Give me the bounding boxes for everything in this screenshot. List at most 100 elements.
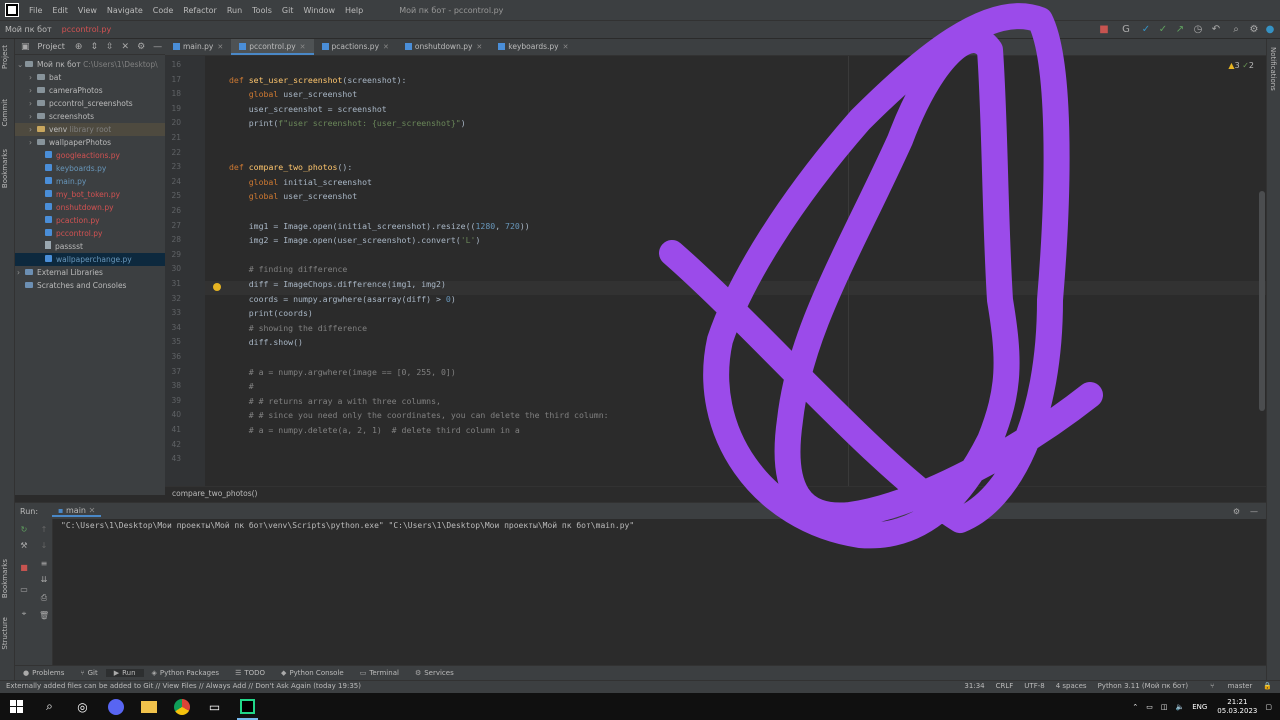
close-icon[interactable]: ✕ <box>217 43 223 51</box>
gear-icon[interactable]: ⚙ <box>1233 507 1240 516</box>
tree-root[interactable]: ⌄ Мой пк бот C:\Users\1\Desktop\ <box>15 58 165 71</box>
windows-start-icon[interactable] <box>0 693 33 720</box>
tree-item-scratches[interactable]: Scratches and Consoles <box>15 279 165 292</box>
collapse-all-icon[interactable]: ⇳ <box>106 42 114 52</box>
scroll-to-end-icon[interactable]: ⇊ <box>39 575 49 585</box>
menu-window[interactable]: Window <box>298 6 340 15</box>
jetbrains-icon[interactable]: ● <box>1264 24 1276 36</box>
clock[interactable]: 21:21 05.03.2023 <box>1217 698 1257 716</box>
tree-item-passsst[interactable]: passsst <box>15 240 165 253</box>
tool-tab-git[interactable]: ⑂ Git <box>72 669 105 677</box>
tree-item-keyboards[interactable]: keyboards.py <box>15 162 165 175</box>
nav-crumb-file[interactable]: pccontrol.py <box>57 25 117 34</box>
code-editor[interactable]: 16 17 18 19 20 21 22 23 24 25 26 27 28 29 30 31 32 33 34 35… <box>165 56 1266 486</box>
soft-wrap-icon[interactable]: ≡ <box>39 559 49 569</box>
laptop-app-icon[interactable]: ▭ <box>198 693 231 720</box>
locate-icon[interactable]: ⊕ <box>75 42 83 52</box>
file-explorer-icon[interactable] <box>132 693 165 720</box>
tool-tab-problems[interactable]: ● Problems <box>15 669 72 677</box>
search-icon[interactable]: ⌕ <box>1230 24 1242 36</box>
menu-run[interactable]: Run <box>222 6 247 15</box>
menu-view[interactable]: View <box>73 6 102 15</box>
notification-icon[interactable]: ▢ <box>1265 703 1272 711</box>
menu-tools[interactable]: Tools <box>247 6 277 15</box>
menu-help[interactable]: Help <box>340 6 368 15</box>
discord-icon[interactable] <box>99 693 132 720</box>
notifications-tool-tab[interactable]: Notifications <box>1269 47 1277 91</box>
pycharm-taskbar-icon[interactable] <box>231 693 264 720</box>
menu-git[interactable]: Git <box>277 6 299 15</box>
rollback-icon[interactable]: ↶ <box>1210 24 1222 36</box>
hide-panel-icon[interactable]: — <box>153 42 162 52</box>
stop-icon[interactable]: ■ <box>1098 24 1110 36</box>
git-push-icon[interactable]: ↗ <box>1174 24 1186 36</box>
menu-edit[interactable]: Edit <box>47 6 73 15</box>
nav-crumb-project[interactable]: Мой пк бот <box>0 25 57 34</box>
project-tool-tab[interactable]: Project <box>1 45 9 69</box>
down-icon[interactable]: ↓ <box>39 541 49 551</box>
tree-item-my-bot-token[interactable]: my_bot_token.py <box>15 188 165 201</box>
status-line-separator[interactable]: CRLF <box>996 682 1014 690</box>
status-indent[interactable]: 4 spaces <box>1056 682 1087 690</box>
tool-tab-run[interactable]: ▶ Run <box>105 669 144 677</box>
tree-item-onshutdown[interactable]: onshutdown.py <box>15 201 165 214</box>
bookmarks-tool-tab[interactable]: Bookmarks <box>1 559 9 598</box>
close-icon[interactable]: ✕ <box>476 43 482 51</box>
tree-item-pccontrol-screenshots[interactable]: › pccontrol_screenshots <box>15 97 165 110</box>
git-commit-icon[interactable]: ✓ <box>1157 24 1169 36</box>
tool-tab-todo[interactable]: ☰ TODO <box>227 669 273 677</box>
structure-tool-tab[interactable]: Structure <box>1 617 9 650</box>
status-position[interactable]: 31:34 <box>964 682 984 690</box>
tool-tab-services[interactable]: ⚙ Services <box>407 669 462 677</box>
wrench-icon[interactable]: ⚒ <box>19 541 29 551</box>
tab-pccontrol[interactable]: pccontrol.py ✕ <box>231 39 314 55</box>
close-icon[interactable]: ✕ <box>89 506 96 515</box>
run-console[interactable]: "C:\Users\1\Desktop\Мои проекты\Мой пк б… <box>53 519 1266 665</box>
close-icon[interactable]: ✕ <box>383 43 389 51</box>
dump-icon[interactable]: ▭ <box>19 585 29 595</box>
tree-item-googleactions[interactable]: googleactions.py <box>15 149 165 162</box>
git-update-icon[interactable]: ✓ <box>1140 24 1152 36</box>
trash-icon[interactable]: 🗑 <box>39 611 49 621</box>
tree-item-main[interactable]: main.py <box>15 175 165 188</box>
steam-icon[interactable]: ◎ <box>66 693 99 720</box>
lock-icon[interactable]: 🔒 <box>1263 682 1272 690</box>
run-tab-main[interactable]: ▪ main ✕ <box>52 506 102 517</box>
rerun-icon[interactable]: ↻ <box>19 525 29 535</box>
tab-main[interactable]: main.py ✕ <box>165 39 231 55</box>
git-label-icon[interactable]: G <box>1120 24 1132 36</box>
tree-item-venv[interactable]: › venv library root <box>15 123 165 136</box>
settings-icon[interactable]: ⚙ <box>1248 24 1260 36</box>
battery-icon[interactable]: ▭ <box>1146 703 1153 711</box>
status-encoding[interactable]: UTF-8 <box>1024 682 1044 690</box>
tab-pcactions[interactable]: pcactions.py ✕ <box>314 39 397 55</box>
inspection-widget[interactable]: ▲3 ✓2 <box>1228 61 1254 70</box>
commit-tool-tab[interactable]: Commit <box>1 99 9 127</box>
tree-item-pccontrol[interactable]: pccontrol.py <box>15 227 165 240</box>
close-icon[interactable]: ✕ <box>563 43 569 51</box>
language-indicator[interactable]: ENG <box>1192 703 1207 711</box>
tree-item-external-libraries[interactable]: › External Libraries <box>15 266 165 279</box>
editor-breadcrumb[interactable]: compare_two_photos() <box>165 486 1266 501</box>
chrome-icon[interactable] <box>165 693 198 720</box>
panel-settings-icon[interactable]: ⚙ <box>137 42 145 52</box>
tool-tab-python-console[interactable]: ◆ Python Console <box>273 669 352 677</box>
lightbulb-icon[interactable] <box>213 283 221 291</box>
network-icon[interactable]: ◫ <box>1161 703 1168 711</box>
tree-item-wallpaperphotos[interactable]: › wallpaperPhotos <box>15 136 165 149</box>
print-icon[interactable]: ⎙ <box>39 593 49 603</box>
editor-scrollbar[interactable] <box>1259 191 1265 411</box>
menu-navigate[interactable]: Navigate <box>102 6 148 15</box>
tree-item-wallpaperchange[interactable]: wallpaperchange.py <box>15 253 165 266</box>
tool-tab-python-packages[interactable]: ◈ Python Packages <box>144 669 228 677</box>
tab-keyboards[interactable]: keyboards.py ✕ <box>490 39 576 55</box>
status-interpreter[interactable]: Python 3.11 (Мой пк бот) <box>1098 682 1189 690</box>
tree-item-cameraphotos[interactable]: › cameraPhotos <box>15 84 165 97</box>
minimize-icon[interactable]: — <box>1250 507 1258 516</box>
expand-all-icon[interactable]: ⇕ <box>90 42 98 52</box>
tool-tab-terminal[interactable]: ▭ Terminal <box>352 669 407 677</box>
search-icon[interactable]: ⌕ <box>33 693 66 720</box>
tree-item-screenshots[interactable]: › screenshots <box>15 110 165 123</box>
menu-file[interactable]: File <box>24 6 47 15</box>
menu-refactor[interactable]: Refactor <box>178 6 222 15</box>
